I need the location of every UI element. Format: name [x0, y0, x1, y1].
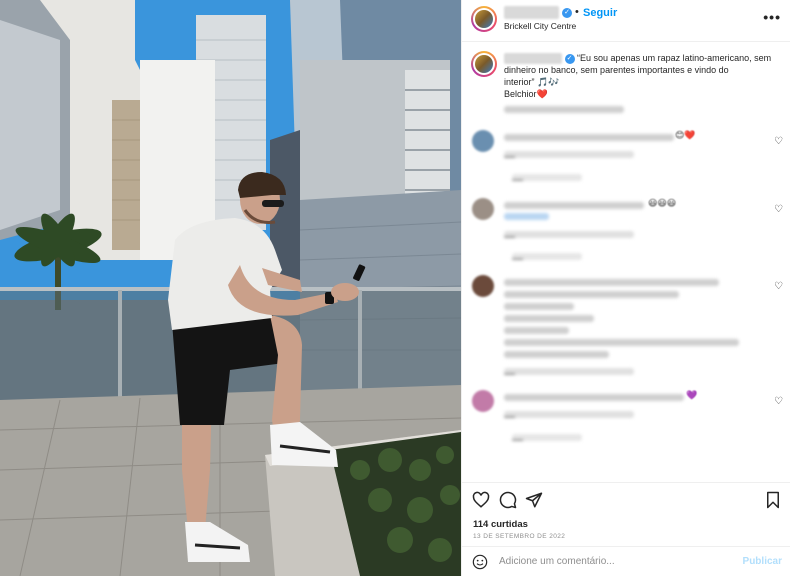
post-header: ✓ • Seguir Brickell City Centre ••• — [462, 0, 790, 42]
post-date: 13 DE SETEMBRO DE 2022 — [473, 533, 566, 540]
verified-icon: ✓ — [564, 53, 575, 64]
publish-button[interactable]: Publicar — [743, 556, 782, 567]
author-username[interactable] — [504, 6, 559, 19]
post-actions: 114 curtidas 13 DE SETEMBRO DE 2022 — [462, 482, 790, 546]
caption-meta — [504, 106, 624, 114]
comment-emoji: 💜 — [686, 390, 698, 400]
comment-text — [504, 303, 574, 310]
comment-text — [504, 351, 609, 358]
post-caption: ✓ “Eu sou apenas um rapaz latino-america… — [504, 52, 786, 114]
bookmark-icon[interactable] — [764, 491, 782, 509]
comment-avatar[interactable] — [472, 275, 494, 297]
more-icon[interactable]: ••• — [763, 9, 781, 25]
heart-icon[interactable] — [472, 491, 490, 509]
caption-avatar[interactable] — [471, 51, 497, 77]
comment-avatar[interactable] — [472, 130, 494, 152]
comment-text — [504, 315, 594, 322]
comment-text — [504, 327, 569, 334]
dot-separator: • — [575, 6, 579, 18]
emoji-icon[interactable] — [472, 554, 488, 570]
instagram-post: ✓ • Seguir Brickell City Centre ••• ✓ “E… — [0, 0, 790, 576]
comment-avatar[interactable] — [472, 390, 494, 412]
likes-count[interactable]: 114 curtidas — [473, 519, 528, 530]
comment-icon[interactable] — [499, 491, 517, 509]
view-replies[interactable]: — — [512, 253, 582, 265]
caption-text-line4: Belchior — [504, 89, 537, 100]
comment-emoji: 😊❤️ — [675, 130, 696, 140]
caption-text-line3: interior” 🎵🎶 — [504, 77, 560, 88]
caption-text-line1: “Eu sou apenas um rapaz latino-americano… — [577, 53, 772, 63]
share-icon[interactable] — [525, 491, 543, 509]
comment-avatar[interactable] — [472, 198, 494, 220]
comment-like-heart-icon[interactable]: ♡ — [774, 136, 783, 147]
comment-emoji: 😃😃😃 — [648, 198, 677, 208]
comment-like-heart-icon[interactable]: ♡ — [774, 204, 783, 215]
comment-text — [504, 134, 674, 141]
follow-button[interactable]: Seguir — [583, 7, 617, 19]
add-comment-bar: Adicione um comentário... Publicar — [462, 546, 790, 576]
comment-like-heart-icon[interactable]: ♡ — [774, 396, 783, 407]
comment-text — [504, 202, 644, 209]
comment-text — [504, 394, 684, 401]
comment-mention[interactable] — [504, 213, 549, 220]
caption-username[interactable] — [504, 53, 562, 65]
comment-input[interactable]: Adicione um comentário... — [499, 556, 615, 567]
comment-meta: — — [504, 151, 634, 163]
photo-scene — [0, 0, 461, 576]
comment-like-heart-icon[interactable]: ♡ — [774, 281, 783, 292]
location-link[interactable]: Brickell City Centre — [504, 21, 576, 31]
view-replies[interactable]: — — [512, 434, 582, 446]
view-replies[interactable]: — — [512, 174, 582, 186]
comment-text — [504, 291, 679, 298]
comment-meta: — — [504, 231, 634, 243]
comment-text — [504, 339, 739, 346]
comment-meta: — — [504, 411, 634, 423]
author-avatar[interactable] — [471, 6, 497, 32]
verified-icon: ✓ — [562, 8, 572, 18]
heart-emoji: ❤️ — [536, 89, 548, 100]
comment-meta: — — [504, 368, 634, 380]
post-photo[interactable] — [0, 0, 461, 576]
caption-text-line2: dinheiro no banco, sem parentes importan… — [504, 65, 729, 76]
comment-text — [504, 279, 719, 286]
post-panel: ✓ • Seguir Brickell City Centre ••• ✓ “E… — [461, 0, 790, 576]
